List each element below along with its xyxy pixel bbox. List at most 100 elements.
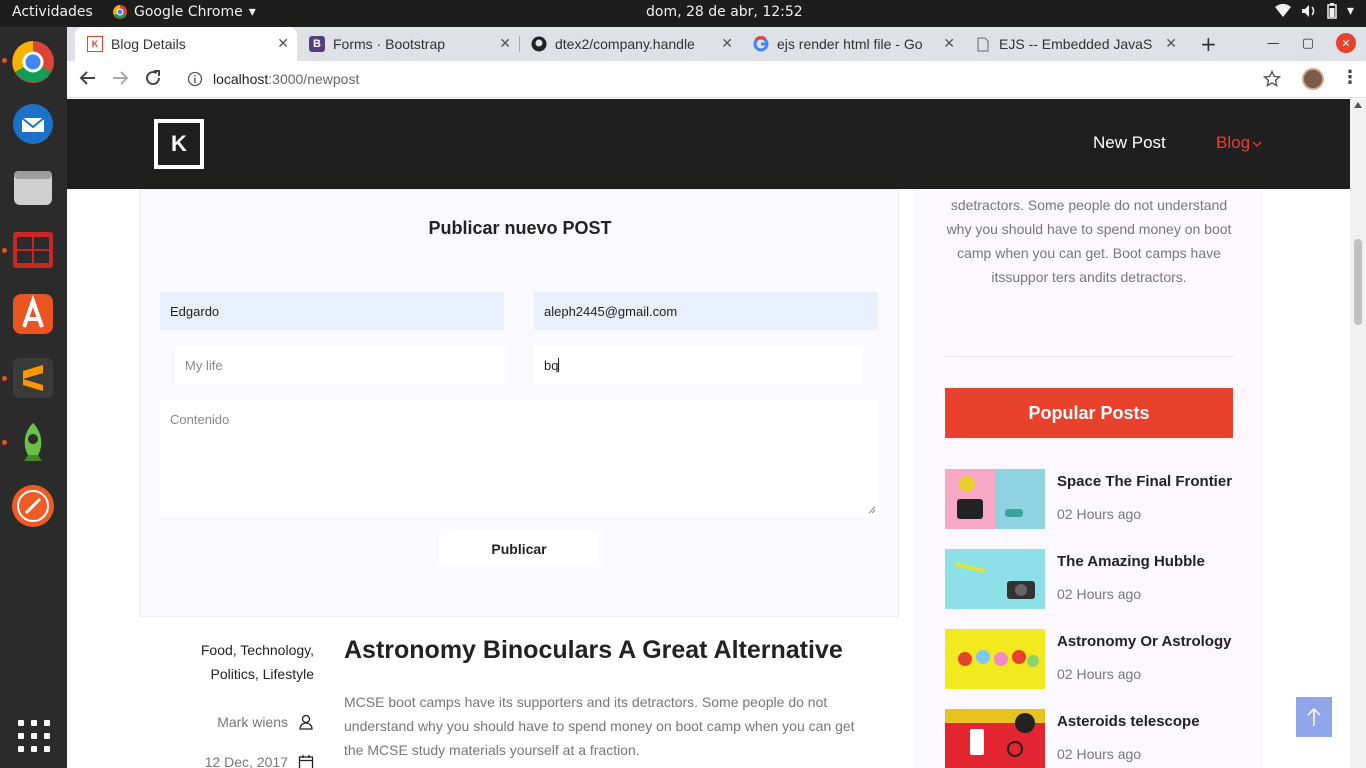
- author-name[interactable]: Mark wiens: [217, 714, 288, 730]
- nav-new-post[interactable]: New Post: [1093, 133, 1166, 153]
- running-indicator: [2, 248, 7, 253]
- running-indicator: [2, 376, 7, 381]
- app-grid-icon[interactable]: [18, 720, 50, 752]
- post-title[interactable]: Astronomy Or Astrology: [1057, 633, 1231, 650]
- close-icon[interactable]: ✕: [1165, 35, 1177, 52]
- categories-line[interactable]: Politics, Lifestyle: [177, 662, 314, 686]
- terminal-dock-icon[interactable]: [8, 225, 58, 275]
- tab-google-search[interactable]: ejs render html file - Go ✕: [741, 27, 963, 61]
- page-icon: [975, 36, 991, 52]
- article-date: 12 Dec, 2017: [204, 754, 288, 768]
- scroll-up-icon[interactable]: [1354, 102, 1362, 108]
- new-post-form: Publicar nuevo POST Edgardo aleph2445@gm…: [139, 189, 899, 617]
- publish-button[interactable]: Publicar: [439, 531, 599, 567]
- tab-strip: K Blog Details ✕ B Forms · Bootstrap ✕ d…: [67, 27, 1366, 61]
- github-icon: [531, 36, 547, 52]
- article-excerpt: MCSE boot camps have its supporters and …: [344, 694, 855, 758]
- page-viewport: K New Post Blog Publicar nuevo POST Edga…: [67, 99, 1350, 768]
- minimize-button[interactable]: —: [1267, 36, 1280, 51]
- popular-post-item[interactable]: The Amazing Hubble 02 Hours ago: [945, 549, 1233, 609]
- reload-button[interactable]: [144, 69, 162, 92]
- nav-blog[interactable]: Blog: [1216, 133, 1262, 153]
- post-date: 02 Hours ago: [1057, 506, 1142, 522]
- browser-toolbar: localhost:3000/newpost ⋮: [67, 61, 1366, 98]
- info-icon[interactable]: [187, 71, 203, 87]
- forward-button[interactable]: [111, 69, 129, 92]
- thunderbird-dock-icon[interactable]: [8, 99, 58, 149]
- post-author: Mark wiens: [177, 714, 314, 730]
- page-scrollbar[interactable]: [1350, 99, 1366, 768]
- scrollbar-thumb[interactable]: [1354, 239, 1362, 325]
- post-thumbnail[interactable]: [945, 709, 1045, 768]
- arrow-left-icon: [79, 71, 95, 85]
- post-date: 02 Hours ago: [1057, 666, 1142, 682]
- close-icon[interactable]: ✕: [721, 35, 733, 52]
- post-date: 02 Hours ago: [1057, 586, 1142, 602]
- avatar[interactable]: [1302, 68, 1324, 90]
- chrome-dock-icon[interactable]: [8, 37, 58, 87]
- sublime-text-dock-icon[interactable]: [8, 353, 58, 403]
- arrow-right-icon: [113, 71, 129, 85]
- arrow-up-icon: [1307, 707, 1321, 726]
- name-input[interactable]: Edgardo: [160, 292, 504, 330]
- url-host: localhost: [213, 71, 269, 87]
- wifi-icon: [1274, 4, 1291, 17]
- popular-post-item[interactable]: Astronomy Or Astrology 02 Hours ago: [945, 629, 1233, 689]
- app-menu[interactable]: Google Chrome ▾: [112, 4, 256, 20]
- subject-placeholder: My life: [185, 357, 223, 373]
- content-textarea[interactable]: Contenido: [160, 400, 878, 516]
- bootstrap-icon: B: [309, 36, 325, 52]
- close-icon[interactable]: ✕: [943, 35, 955, 52]
- activities-button[interactable]: Actividades: [12, 4, 93, 20]
- tab-forms-bootstrap[interactable]: B Forms · Bootstrap ✕: [297, 27, 520, 61]
- tab-title: Forms · Bootstrap: [333, 36, 446, 52]
- running-indicator: [2, 58, 7, 63]
- files-dock-icon[interactable]: [8, 162, 58, 212]
- resize-handle-icon[interactable]: [868, 506, 876, 514]
- clock[interactable]: dom, 28 de abr, 12:52: [646, 4, 803, 20]
- close-window-button[interactable]: ✕: [1336, 33, 1356, 53]
- popular-post-item[interactable]: Asteroids telescope 02 Hours ago: [945, 709, 1233, 768]
- subject-input[interactable]: My life: [175, 346, 504, 384]
- star-icon[interactable]: [1263, 70, 1281, 88]
- address-bar[interactable]: localhost:3000/newpost: [177, 65, 1297, 93]
- email-input[interactable]: aleph2445@gmail.com: [534, 292, 878, 330]
- calendar-icon: [298, 755, 314, 768]
- chevron-down-icon: ▾: [248, 4, 256, 20]
- sidebar: sdetractors. Some people do not understa…: [915, 189, 1263, 768]
- close-icon[interactable]: ✕: [277, 35, 289, 52]
- browser-window: K Blog Details ✕ B Forms · Bootstrap ✕ d…: [67, 27, 1366, 768]
- tab-blog-details[interactable]: K Blog Details ✕: [75, 27, 297, 61]
- k-logo-icon: K: [87, 36, 103, 52]
- tab-title: Blog Details: [111, 36, 186, 52]
- close-icon[interactable]: ✕: [499, 35, 511, 52]
- rocket-dock-icon[interactable]: [8, 417, 58, 467]
- site-logo[interactable]: K: [154, 119, 204, 169]
- maximize-button[interactable]: ▢: [1302, 36, 1314, 51]
- popular-post-item[interactable]: Space The Final Frontier 02 Hours ago: [945, 469, 1233, 529]
- categories-line[interactable]: Food, Technology,: [177, 638, 314, 662]
- menu-kebab-icon[interactable]: ⋮: [1341, 67, 1359, 88]
- postman-dock-icon[interactable]: [8, 481, 58, 531]
- back-to-top-button[interactable]: [1296, 697, 1332, 737]
- article-title[interactable]: Astronomy Binoculars A Great Alternative: [344, 636, 843, 665]
- back-button[interactable]: [79, 69, 97, 92]
- text-cursor: [558, 358, 560, 372]
- post-title[interactable]: The Amazing Hubble: [1057, 553, 1205, 570]
- new-tab-button[interactable]: +: [1200, 32, 1217, 56]
- url-path: :3000/newpost: [268, 71, 360, 87]
- tab-ejs[interactable]: EJS -- Embedded JavaS ✕: [963, 27, 1185, 61]
- form-title: Publicar nuevo POST: [428, 218, 612, 238]
- tab-github[interactable]: dtex2/company.handle ✕: [519, 27, 741, 61]
- ubuntu-software-dock-icon[interactable]: [8, 289, 58, 339]
- post-title[interactable]: Space The Final Frontier: [1057, 473, 1232, 490]
- tags-input[interactable]: bq: [534, 346, 863, 384]
- post-categories: Food, Technology, Politics, Lifestyle: [177, 638, 314, 686]
- post-thumbnail[interactable]: [945, 549, 1045, 609]
- post-title[interactable]: Asteroids telescope: [1057, 713, 1200, 730]
- post-thumbnail[interactable]: [945, 469, 1045, 529]
- system-tray[interactable]: ▾: [1274, 3, 1354, 19]
- post-thumbnail[interactable]: [945, 629, 1045, 689]
- tab-title: EJS -- Embedded JavaS: [999, 36, 1153, 52]
- user-icon: [299, 714, 313, 730]
